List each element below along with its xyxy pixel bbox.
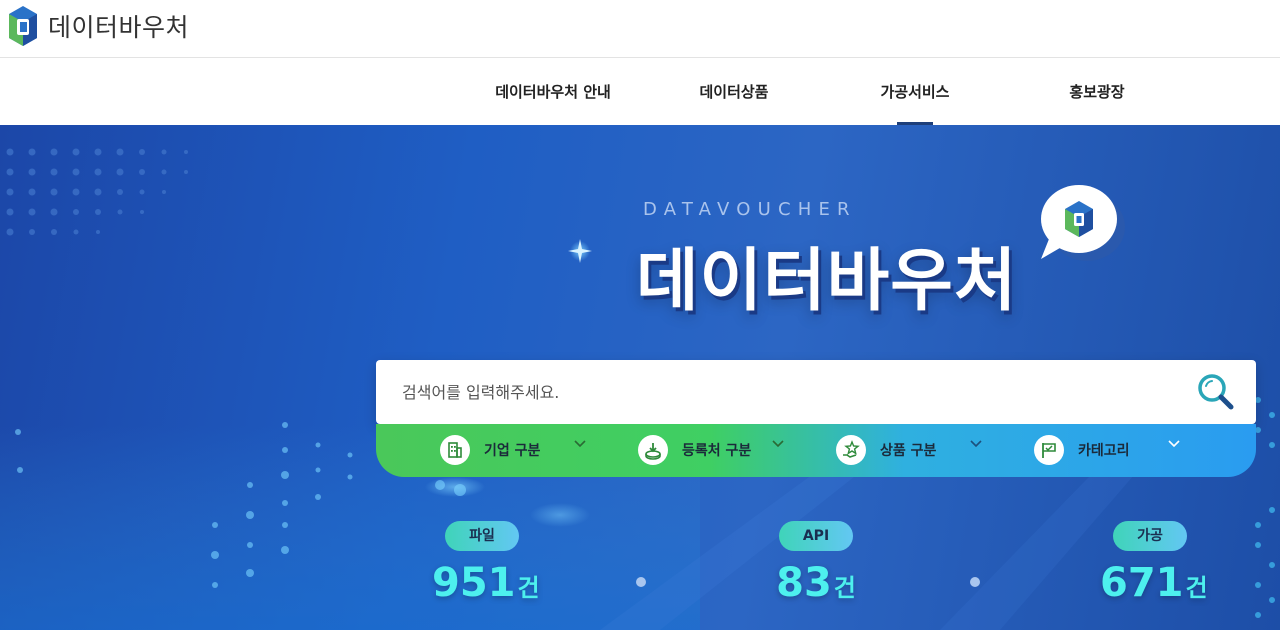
stat-processing[interactable]: 가공 671건 xyxy=(1100,521,1208,612)
stat-api-value: 83 xyxy=(776,560,832,606)
logo-text: 데이터바우처 xyxy=(48,13,190,42)
hero-subtitle: DATAVOUCHER xyxy=(643,199,857,220)
filter-product-type-label: 상품 구분 xyxy=(880,443,937,459)
stat-file-value: 951 xyxy=(432,560,516,606)
nav-item-promotion[interactable]: 홍보광장 xyxy=(1045,58,1149,125)
filter-registry-type[interactable]: 등록처 구분 xyxy=(638,430,751,470)
stat-processing-value: 671 xyxy=(1100,560,1184,606)
separator-dot xyxy=(970,577,980,587)
search-icon[interactable] xyxy=(1196,372,1236,412)
hero-banner: DATAVOUCHER 데이터바우처 기업 구분 xyxy=(0,125,1280,630)
top-header: 데이터바우처 xyxy=(0,0,1280,58)
stat-api-label: API xyxy=(778,521,854,551)
filter-company-type-label: 기업 구분 xyxy=(484,443,541,459)
chevron-down-icon[interactable] xyxy=(574,439,586,449)
search-box xyxy=(376,360,1256,424)
filter-bar: 기업 구분 등록처 구분 상품 구분 카테고리 xyxy=(376,424,1256,477)
stat-file-unit: 건 xyxy=(517,574,540,602)
site-logo[interactable]: 데이터바우처 xyxy=(8,4,189,48)
separator-dot xyxy=(636,577,646,587)
building-icon xyxy=(440,435,470,465)
filter-registry-type-label: 등록처 구분 xyxy=(682,443,752,459)
stat-file[interactable]: 파일 951건 xyxy=(432,521,540,612)
hero-title: 데이터바우처 xyxy=(636,242,1018,321)
nav-item-data-products[interactable]: 데이터상품 xyxy=(680,58,788,125)
chat-bubble-logo-icon xyxy=(1041,185,1125,261)
stat-processing-count: 671건 xyxy=(1100,559,1208,612)
chevron-down-icon[interactable] xyxy=(1168,439,1180,449)
product-star-icon xyxy=(836,435,866,465)
stat-file-label: 파일 xyxy=(445,521,519,551)
stat-processing-unit: 건 xyxy=(1185,574,1208,602)
nav-item-processing-services[interactable]: 가공서비스 xyxy=(860,58,970,125)
stat-processing-label: 가공 xyxy=(1113,521,1187,551)
filter-company-type[interactable]: 기업 구분 xyxy=(440,430,540,470)
filter-product-type[interactable]: 상품 구분 xyxy=(836,430,936,470)
stat-api-count: 83건 xyxy=(776,559,856,612)
chevron-down-icon[interactable] xyxy=(772,439,784,449)
filter-category-label: 카테고리 xyxy=(1078,443,1130,459)
main-nav: 데이터바우처 안내 데이터상품 가공서비스 홍보광장 xyxy=(0,58,1280,125)
search-input[interactable] xyxy=(402,360,1182,424)
chevron-down-icon[interactable] xyxy=(970,439,982,449)
registry-icon xyxy=(638,435,668,465)
stat-api[interactable]: API 83건 xyxy=(776,521,856,612)
stat-file-count: 951건 xyxy=(432,559,540,612)
stat-api-unit: 건 xyxy=(833,574,856,602)
logo-icon xyxy=(9,6,37,46)
nav-item-voucher-guide[interactable]: 데이터바우처 안내 xyxy=(475,58,631,125)
filter-category[interactable]: 카테고리 xyxy=(1034,430,1130,470)
flag-icon xyxy=(1034,435,1064,465)
